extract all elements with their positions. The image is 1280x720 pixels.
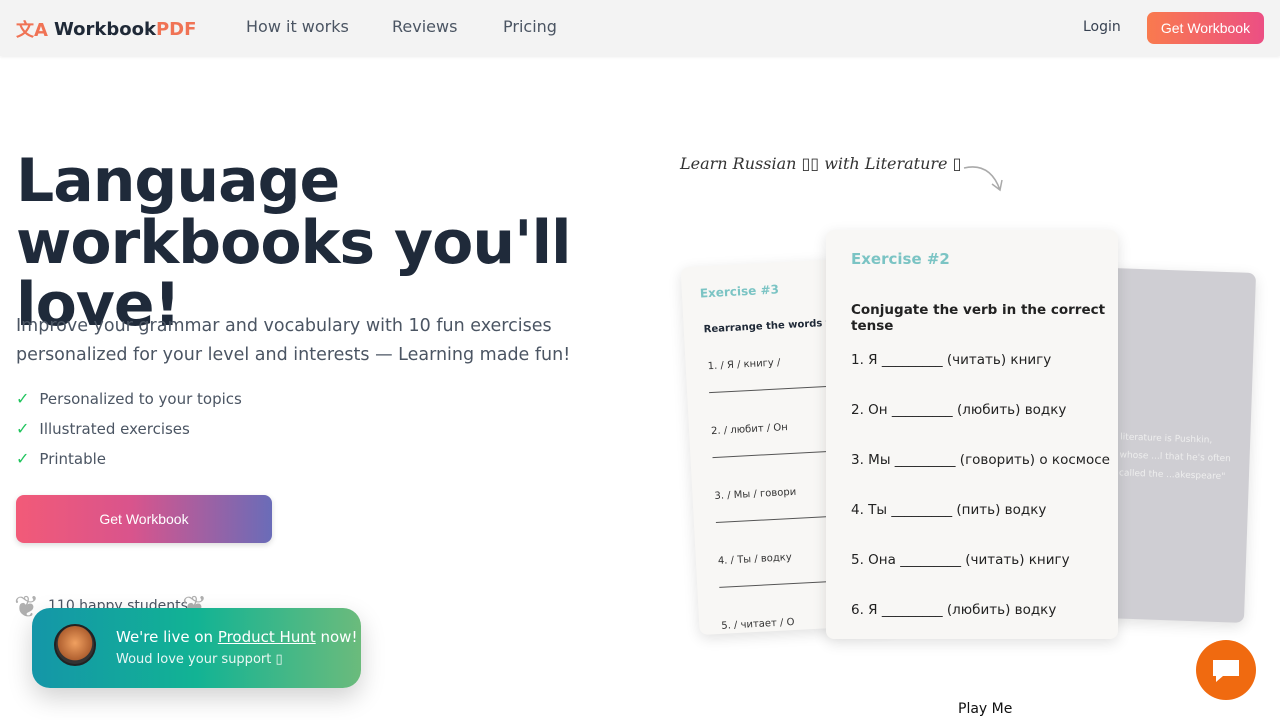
card-instruction: Conjugate the verb in the correct tense [851, 302, 1106, 334]
feature-item: ✓ Illustrated exercises [16, 419, 190, 438]
exercise-item: 3. Мы _________ (говорить) о космосе [851, 452, 1110, 468]
exercise-item: 1. Я _________ (читать) книгу [851, 352, 1052, 368]
exercise-item: 6. Я _________ (любить) водку [851, 602, 1057, 618]
exercise-item: 2. Он _________ (любить) водку [851, 402, 1067, 418]
logo-text: Workbook [53, 18, 156, 40]
play-me-button[interactable]: Play Me [958, 701, 1012, 717]
back-card-text: literature is Pushkin, whose ...l that h… [1118, 432, 1232, 483]
ph-text-end: now! [315, 628, 358, 646]
chat-icon [1213, 660, 1239, 682]
feature-item: ✓ Printable [16, 449, 106, 468]
translate-icon: 文A [16, 20, 48, 41]
check-icon: ✓ [16, 419, 30, 438]
logo-accent: PDF [155, 18, 197, 40]
product-hunt-link[interactable]: Product Hunt [218, 628, 316, 646]
get-workbook-nav-button[interactable]: Get Workbook [1147, 12, 1264, 44]
exercise-card-2: Exercise #2 Conjugate the verb in the co… [826, 230, 1118, 639]
top-nav: 文A WorkbookPDF How it works Reviews Pric… [0, 0, 1280, 56]
get-workbook-button[interactable]: Get Workbook [16, 495, 272, 543]
exercise-item: 5. Она _________ (читать) книгу [851, 552, 1070, 568]
product-hunt-banner[interactable]: We're live on Product Hunt now! Woud lov… [32, 608, 361, 688]
feature-item: ✓ Personalized to your topics [16, 389, 242, 408]
card-title: Exercise #2 [851, 250, 950, 268]
nav-pricing[interactable]: Pricing [503, 17, 557, 36]
chat-button[interactable] [1196, 640, 1256, 700]
check-icon: ✓ [16, 449, 30, 468]
product-hunt-avatar [54, 624, 96, 666]
card-instruction: Rearrange the words to [703, 317, 838, 336]
feature-label: Illustrated exercises [39, 419, 190, 438]
ph-text: We're live on [116, 628, 218, 646]
check-icon: ✓ [16, 389, 30, 408]
preview-tagline: Learn Russian ▯▯ with Literature ▯ [680, 154, 962, 173]
nav-reviews[interactable]: Reviews [392, 17, 457, 36]
feature-label: Printable [39, 449, 107, 468]
feature-label: Personalized to your topics [39, 389, 242, 408]
curved-arrow-icon [963, 166, 1003, 192]
nav-how-it-works[interactable]: How it works [246, 17, 349, 36]
login-link[interactable]: Login [1083, 19, 1121, 35]
logo[interactable]: 文A WorkbookPDF [16, 16, 196, 42]
ph-support-text: Woud love your support ▯ [116, 652, 283, 667]
hero-subtitle: Improve your grammar and vocabulary with… [16, 316, 571, 365]
exercise-item: 4. Ты _________ (пить) водку [851, 502, 1047, 518]
card-title: Exercise #3 [699, 282, 780, 301]
hero-title: Language workbooks you'll love! [16, 146, 572, 340]
